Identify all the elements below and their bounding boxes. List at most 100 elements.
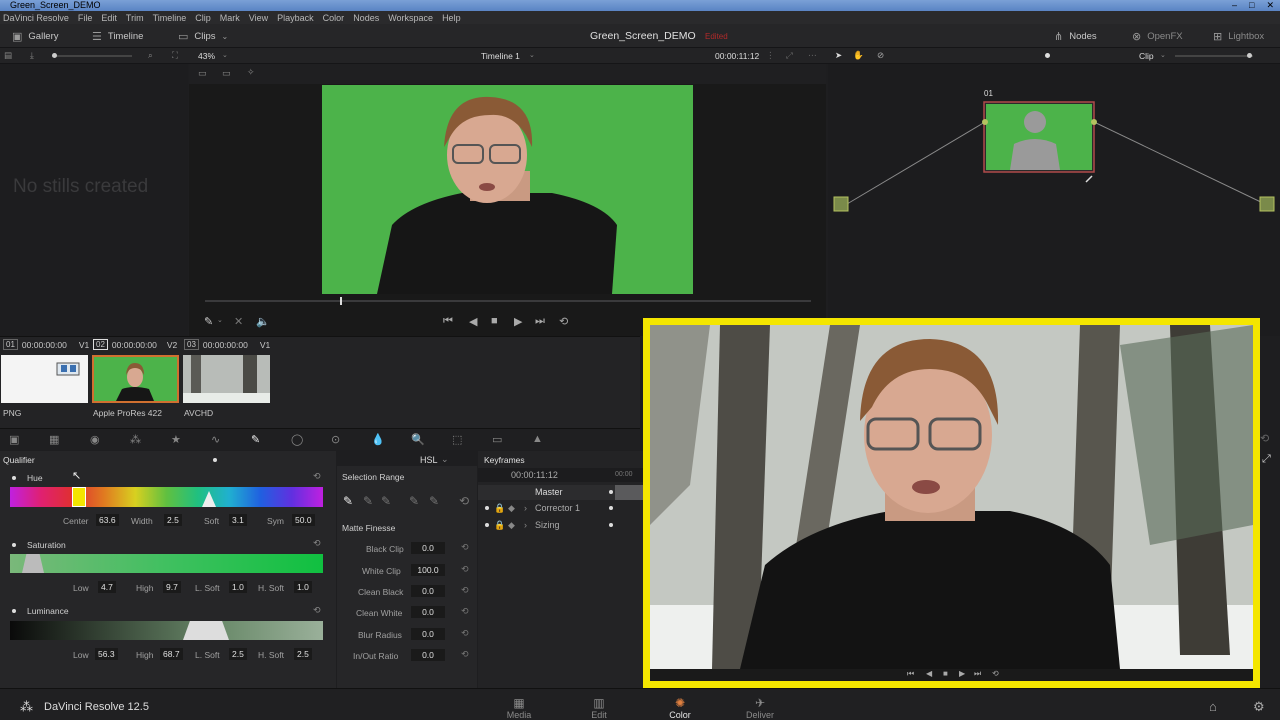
openfx-button[interactable]: ⊗ OpenFX bbox=[1132, 24, 1183, 48]
keyframe-dot[interactable] bbox=[609, 490, 613, 494]
saturation-slider[interactable] bbox=[10, 554, 323, 573]
play-reverse-icon[interactable]: ◀ bbox=[469, 315, 477, 328]
lum-low-value[interactable]: 56.3 bbox=[95, 648, 118, 660]
reset-icon[interactable]: ⟲ bbox=[461, 628, 469, 639]
motion-effects-icon[interactable]: ★ bbox=[171, 433, 181, 446]
lock-icon[interactable]: 🔒 bbox=[494, 503, 505, 514]
slider-knob[interactable] bbox=[52, 53, 57, 58]
menu-item-mark[interactable]: Mark bbox=[220, 13, 240, 23]
reset-icon[interactable]: ⟲ bbox=[313, 471, 321, 482]
sat-low-value[interactable]: 4.7 bbox=[98, 581, 116, 593]
close-icon[interactable]: ✕ bbox=[1266, 0, 1274, 11]
zoom-level[interactable]: 43% bbox=[198, 51, 215, 61]
hue-sym-value[interactable]: 50.0 bbox=[292, 514, 315, 526]
qualifier-mode[interactable]: HSL bbox=[420, 455, 438, 465]
reset-icon[interactable]: ⟲ bbox=[459, 494, 469, 508]
clean-white-value[interactable]: 0.0 bbox=[411, 606, 445, 618]
split-screen-icon[interactable]: ▭ bbox=[222, 68, 231, 79]
node-zoom-slider[interactable] bbox=[1175, 53, 1253, 58]
clip-thumbnail-2[interactable] bbox=[92, 355, 179, 403]
luminance-range-handle[interactable] bbox=[183, 621, 229, 640]
lum-high-value[interactable]: 68.7 bbox=[160, 648, 183, 660]
fullscreen-icon[interactable]: ⤢ bbox=[786, 50, 793, 61]
clip-mode-selector[interactable]: Clip bbox=[1139, 51, 1154, 61]
luminance-slider[interactable] bbox=[10, 621, 323, 640]
eyedropper-icon[interactable]: ✎ bbox=[204, 315, 213, 328]
blur-icon[interactable]: 💧 bbox=[371, 433, 385, 446]
picker-icon[interactable]: ✎ bbox=[343, 494, 353, 508]
play-icon[interactable]: ▶ bbox=[514, 315, 522, 328]
menu-item-trim[interactable]: Trim bbox=[126, 13, 144, 23]
sat-lsoft-value[interactable]: 1.0 bbox=[229, 581, 247, 593]
cross-icon[interactable]: ✕ bbox=[234, 315, 243, 328]
timeline-button[interactable]: ☰ Timeline bbox=[92, 24, 143, 48]
color-match-icon[interactable]: ▦ bbox=[49, 433, 59, 446]
lightbox-button[interactable]: ⊞ Lightbox bbox=[1213, 24, 1264, 48]
3d-icon[interactable]: ▭ bbox=[492, 433, 502, 446]
tracker-icon[interactable]: ⊙ bbox=[331, 433, 340, 446]
hue-center-value[interactable]: 63.6 bbox=[96, 514, 119, 526]
reset-icon[interactable]: ⟲ bbox=[461, 585, 469, 596]
jump-end-icon[interactable]: ⏭ bbox=[535, 315, 545, 328]
reset-icon[interactable]: ⟲ bbox=[461, 564, 469, 575]
keyframe-dot[interactable] bbox=[609, 523, 613, 527]
row-enable-dot[interactable] bbox=[485, 506, 489, 510]
reset-icon[interactable]: ⟲ bbox=[461, 542, 469, 553]
diamond-icon[interactable]: ◆ bbox=[508, 503, 515, 514]
clip-thumbnail-3[interactable] bbox=[183, 355, 270, 403]
play-reverse-icon[interactable]: ◀ bbox=[926, 669, 932, 678]
menu-item-nodes[interactable]: Nodes bbox=[353, 13, 379, 23]
hue-soft-value[interactable]: 3.1 bbox=[229, 514, 247, 526]
menu-item-file[interactable]: File bbox=[78, 13, 93, 23]
nodes-button[interactable]: ⋔ Nodes bbox=[1054, 24, 1097, 48]
reset-icon[interactable]: ⟲ bbox=[1260, 432, 1269, 445]
rgb-mixer-icon[interactable]: ⁂ bbox=[130, 433, 141, 446]
reset-icon[interactable]: ⟲ bbox=[313, 605, 321, 616]
blur-radius-value[interactable]: 0.0 bbox=[411, 628, 445, 640]
hand-icon[interactable]: ✋ bbox=[853, 50, 864, 61]
image-wipe-icon[interactable]: ▭ bbox=[198, 68, 207, 79]
clip-thumbnail-1[interactable] bbox=[1, 355, 88, 403]
page-tab-media[interactable]: ▦ Media bbox=[494, 696, 544, 720]
grab-still-icon[interactable]: ⤓ bbox=[30, 50, 34, 61]
menu-item-timeline[interactable]: Timeline bbox=[153, 13, 187, 23]
viewer-video[interactable] bbox=[322, 85, 693, 294]
hue-width-value[interactable]: 2.5 bbox=[164, 514, 182, 526]
qualifier-icon[interactable]: ✎ bbox=[251, 433, 260, 446]
pointer-icon[interactable]: ➤ bbox=[835, 50, 842, 61]
menu-item-view[interactable]: View bbox=[249, 13, 268, 23]
feather-minus-icon[interactable]: ✎ bbox=[409, 494, 419, 508]
bypass-icon[interactable]: ⊘ bbox=[877, 50, 884, 61]
node-editor[interactable] bbox=[828, 64, 1280, 336]
expand-viewer-icon[interactable]: ⤢ bbox=[1262, 453, 1271, 466]
page-tab-edit[interactable]: ▥ Edit bbox=[574, 696, 624, 720]
color-wheels-icon[interactable]: ◉ bbox=[90, 433, 100, 446]
search-icon[interactable]: ⌕ bbox=[148, 50, 153, 61]
lock-icon[interactable]: 🔒 bbox=[494, 520, 505, 531]
fit-icon[interactable]: ⛶ bbox=[172, 50, 178, 61]
inout-ratio-value[interactable]: 0.0 bbox=[411, 649, 445, 661]
page-tab-deliver[interactable]: ✈ Deliver bbox=[735, 696, 785, 720]
play-icon[interactable]: ▶ bbox=[959, 669, 965, 678]
jump-start-icon[interactable]: ⏮ bbox=[443, 315, 453, 328]
viewer-scrubber[interactable] bbox=[205, 300, 811, 302]
hue-slider[interactable] bbox=[10, 487, 323, 507]
camera-raw-icon[interactable]: ▣ bbox=[9, 433, 19, 446]
key-icon[interactable]: 🔍 bbox=[411, 433, 425, 446]
jump-end-icon[interactable]: ⏭ bbox=[974, 669, 981, 679]
sat-hsoft-value[interactable]: 1.0 bbox=[294, 581, 312, 593]
gallery-button[interactable]: ▣ Gallery bbox=[12, 24, 59, 48]
expand-icon[interactable]: › bbox=[524, 503, 527, 513]
lum-hsoft-value[interactable]: 2.5 bbox=[294, 648, 312, 660]
clean-black-value[interactable]: 0.0 bbox=[411, 585, 445, 597]
home-icon[interactable]: ⌂ bbox=[1209, 699, 1217, 714]
menu-item-playback[interactable]: Playback bbox=[277, 13, 314, 23]
slider-knob[interactable] bbox=[1247, 53, 1252, 58]
reset-icon[interactable]: ⟲ bbox=[461, 606, 469, 617]
loop-icon[interactable]: ⟲ bbox=[992, 669, 999, 678]
saturation-range-handle[interactable] bbox=[22, 554, 44, 573]
speaker-icon[interactable]: 🔈 bbox=[256, 315, 270, 328]
row-enable-dot[interactable] bbox=[485, 523, 489, 527]
saturation-enable-dot[interactable] bbox=[12, 543, 16, 547]
timeline-selector[interactable]: Timeline 1 bbox=[481, 51, 520, 61]
